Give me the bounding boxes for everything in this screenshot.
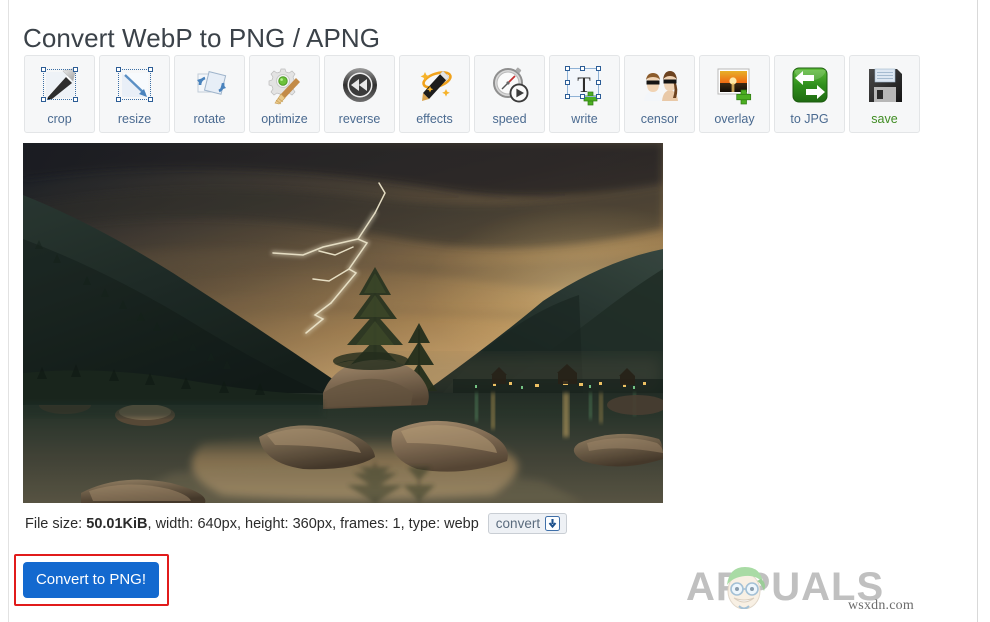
file-size-label: File size: <box>25 516 82 532</box>
tool-label: reverse <box>339 112 381 126</box>
tool-label: speed <box>492 112 526 126</box>
preview-artwork <box>23 143 663 503</box>
to-jpg-icon <box>788 63 832 107</box>
resize-icon <box>113 63 157 107</box>
rotate-icon <box>188 63 232 107</box>
tool-label: resize <box>118 112 151 126</box>
censor-icon <box>638 63 682 107</box>
tool-label: to JPG <box>790 112 828 126</box>
effects-icon <box>413 63 457 107</box>
tool-speed[interactable]: speed <box>474 55 545 133</box>
tool-label: save <box>871 112 897 126</box>
tool-optimize[interactable]: optimize <box>249 55 320 133</box>
convert-dropdown-button[interactable]: convert <box>488 513 567 534</box>
file-info-rest: , width: 640px, height: 360px, frames: 1… <box>148 516 479 532</box>
speed-icon <box>488 63 532 107</box>
tool-label: write <box>571 112 597 126</box>
optimize-icon <box>263 63 307 107</box>
tool-overlay[interactable]: overlay <box>699 55 770 133</box>
write-icon: T <box>563 63 607 107</box>
tool-label: crop <box>47 112 71 126</box>
tool-crop[interactable]: crop <box>24 55 95 133</box>
page-left-border <box>8 0 9 622</box>
download-arrow-icon <box>545 516 560 531</box>
tool-write[interactable]: T write <box>549 55 620 133</box>
tool-rotate[interactable]: rotate <box>174 55 245 133</box>
tool-label: rotate <box>194 112 226 126</box>
editor-toolbar: crop resize <box>24 55 920 133</box>
file-size-value: 50.01KiB <box>86 516 147 532</box>
crop-icon <box>38 63 82 107</box>
page-right-border <box>977 0 978 622</box>
tool-label: overlay <box>714 112 754 126</box>
convert-button-label: convert <box>496 516 540 531</box>
tool-effects[interactable]: effects <box>399 55 470 133</box>
wsxdn-watermark: wsxdn.com <box>848 598 914 614</box>
overlay-icon <box>713 63 757 107</box>
tool-censor[interactable]: censor <box>624 55 695 133</box>
tool-to-jpg[interactable]: to JPG <box>774 55 845 133</box>
tool-reverse[interactable]: reverse <box>324 55 395 133</box>
page-root: Convert WebP to PNG / APNG crop <box>0 0 990 622</box>
reverse-icon <box>338 63 382 107</box>
tool-label: effects <box>416 112 453 126</box>
tool-save[interactable]: save <box>849 55 920 133</box>
tool-label: censor <box>641 112 679 126</box>
image-preview[interactable] <box>23 143 663 503</box>
save-icon <box>863 63 907 107</box>
file-info: File size: 50.01KiB , width: 640px, heig… <box>25 513 567 534</box>
convert-to-png-button[interactable]: Convert to PNG! <box>23 562 159 598</box>
tool-resize[interactable]: resize <box>99 55 170 133</box>
tool-label: optimize <box>261 112 308 126</box>
page-title: Convert WebP to PNG / APNG <box>23 23 380 54</box>
